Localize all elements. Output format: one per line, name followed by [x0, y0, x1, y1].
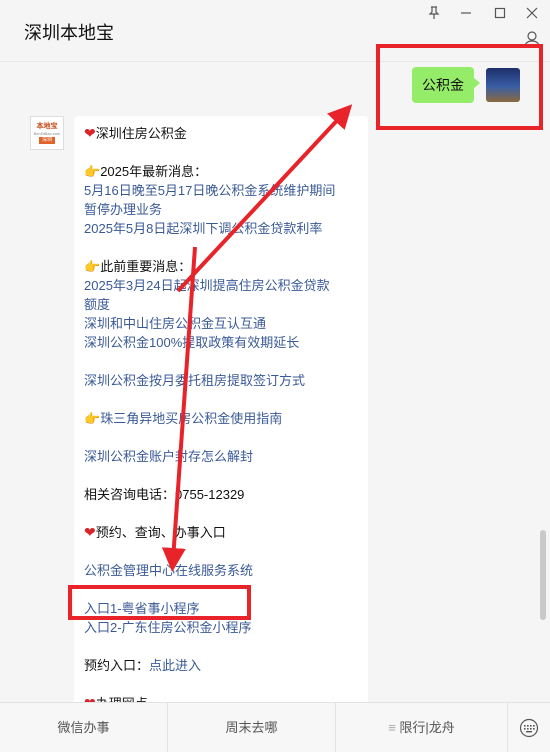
close-icon[interactable]	[518, 2, 546, 24]
entry2-link[interactable]: 入口2-广东住房公积金小程序	[84, 618, 358, 637]
appointment-link[interactable]: 点此进入	[149, 658, 201, 673]
prev-link-2[interactable]: 深圳和中山住房公积金互认互通	[84, 314, 358, 333]
appointment-row: 预约入口：点此进入	[84, 656, 358, 675]
prev-link-1-cont[interactable]: 额度	[84, 295, 358, 314]
phone-row: 相关咨询电话：0755-12329	[84, 485, 358, 504]
keyboard-icon[interactable]	[508, 703, 550, 752]
menu-item-traffic-label: 限行|龙舟	[399, 720, 455, 735]
prev-heading-row: 👉此前重要消息：	[84, 257, 358, 276]
menu-item-wechat-service[interactable]: 微信办事	[0, 703, 168, 752]
minimize-icon[interactable]	[452, 2, 480, 24]
seal-link[interactable]: 深圳公积金账户封存怎么解封	[84, 447, 358, 466]
prev-link-3[interactable]: 深圳公积金100%提取政策有效期延长	[84, 333, 358, 352]
rent-link[interactable]: 深圳公积金按月委托租房提取签订方式	[84, 371, 358, 390]
bottom-menu-bar: 微信办事 周末去哪 ≡ 限行|龙舟	[0, 702, 550, 752]
latest-link-1[interactable]: 5月16日晚至5月17日晚公积金系统维护期间	[84, 181, 358, 200]
latest-heading-row: 👉2025年最新消息：	[84, 162, 358, 181]
maximize-icon[interactable]	[486, 2, 514, 24]
appointment-label: 预约入口：	[84, 658, 150, 673]
prev-heading: 此前重要消息：	[100, 259, 192, 274]
menu-item-traffic[interactable]: ≡ 限行|龙舟	[336, 703, 508, 752]
center-link[interactable]: 公积金管理中心在线服务系统	[84, 561, 358, 580]
message-title: 深圳住房公积金	[95, 126, 187, 141]
highlight-box-keyword	[376, 44, 543, 130]
entry-heading-row: ❤预约、查询、办事入口	[84, 523, 358, 542]
pearl-link[interactable]: 珠三角异地买房公积金使用指南	[100, 411, 282, 426]
message-title-row: ❤深圳住房公积金	[84, 124, 358, 143]
latest-link-2[interactable]: 2025年5月8日起深圳下调公积金贷款利率	[84, 219, 358, 238]
bot-avatar[interactable]: 本地宝 BenDiBao.com 深圳	[30, 116, 64, 150]
heart-icon: ❤	[84, 125, 96, 141]
avatar-subtext: BenDiBao.com	[33, 130, 61, 136]
heart-icon: ❤	[84, 524, 96, 540]
list-icon: ≡	[388, 720, 400, 735]
phone-number: 0755-12329	[175, 487, 245, 502]
window-title: 深圳本地宝	[24, 23, 114, 43]
phone-label: 相关咨询电话：	[84, 487, 176, 502]
pointing-hand-icon: 👉	[84, 164, 101, 179]
pointing-hand-icon: 👉	[84, 259, 101, 274]
scrollbar[interactable]	[540, 530, 546, 620]
pin-icon[interactable]	[420, 2, 448, 24]
latest-heading: 2025年最新消息：	[100, 164, 208, 179]
pointing-hand-icon: 👉	[84, 411, 101, 426]
pearl-row: 👉珠三角异地买房公积金使用指南	[84, 409, 358, 428]
latest-link-1-cont[interactable]: 暂停办理业务	[84, 200, 358, 219]
incoming-message: ❤深圳住房公积金 👉2025年最新消息： 5月16日晚至5月17日晚公积金系统维…	[74, 116, 368, 716]
avatar-city: 深圳	[38, 136, 55, 144]
entry-heading: 预约、查询、办事入口	[95, 525, 226, 540]
highlight-box-entry	[68, 585, 251, 620]
avatar-text: 本地宝	[36, 122, 58, 130]
menu-item-weekend[interactable]: 周末去哪	[168, 703, 336, 752]
prev-link-1[interactable]: 2025年3月24日起深圳提高住房公积金贷款	[84, 276, 358, 295]
